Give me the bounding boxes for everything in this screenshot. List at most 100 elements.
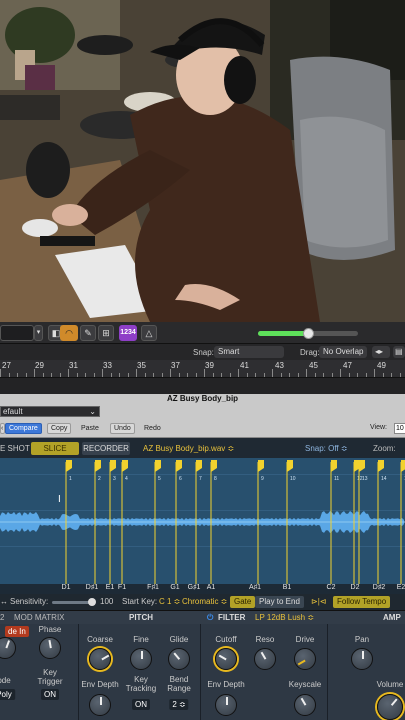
waveform-centerline	[0, 521, 405, 523]
power-icon[interactable]: ⏻	[207, 613, 213, 623]
slice-note-label: A1	[206, 584, 216, 591]
slice-note-label: F1	[117, 584, 127, 591]
loop-icon[interactable]: ⊳|⊲	[311, 597, 326, 606]
keyscale-label: Keyscale	[288, 680, 322, 689]
recorder-tab[interactable]: RECORDER	[82, 442, 130, 455]
ruler-tick	[119, 373, 120, 377]
coarse-knob[interactable]	[89, 648, 111, 670]
mixer-icon[interactable]: ⊞	[98, 325, 114, 341]
ruler-tick	[213, 373, 214, 377]
zoom-arrows-icon[interactable]: ◂▸	[372, 346, 390, 358]
ruler-bar-number: 43	[275, 361, 284, 370]
volume-knob[interactable]	[377, 694, 403, 720]
ruler-bar-number: 27	[2, 361, 11, 370]
phase-knob[interactable]	[39, 637, 61, 659]
svg-text:9: 9	[261, 476, 264, 482]
bend-range-dropdown[interactable]: 2 ≎	[169, 699, 189, 710]
key-tracking-label: Key Tracking	[125, 675, 157, 693]
follow-tempo-button[interactable]: Follow Tempo	[333, 596, 391, 608]
track-field[interactable]	[0, 325, 34, 341]
drag-dropdown[interactable]: No Overlap	[319, 346, 367, 358]
redo-button[interactable]: Redo	[140, 423, 165, 434]
svg-text:7: 7	[199, 476, 202, 482]
ruler-tick	[247, 373, 248, 377]
slice-note-label: D1	[61, 584, 71, 591]
volume-label: Volume	[376, 680, 404, 689]
chromatic-dropdown[interactable]: Chromatic ≎	[182, 597, 227, 606]
pencil-icon[interactable]: ✎	[80, 325, 96, 341]
play-to-end-button[interactable]: Play to End	[255, 596, 304, 608]
ruler-tick	[68, 369, 69, 377]
bar-ruler[interactable]: 27 29 31 33 35 37 39 41 43 45 47 49	[0, 360, 405, 378]
ruler-tick	[128, 373, 129, 377]
drive-label: Drive	[295, 635, 315, 644]
slice-note-label: D♯2	[372, 584, 386, 591]
zoom-in-icon[interactable]: ▤	[393, 346, 405, 358]
keyscale-knob[interactable]	[294, 694, 316, 716]
view-size-field[interactable]: 10	[394, 423, 405, 434]
fine-knob[interactable]	[130, 648, 152, 670]
master-volume-slider[interactable]	[258, 328, 358, 339]
filter-type-dropdown[interactable]: LP 12dB Lush ≎	[255, 613, 314, 622]
cutoff-knob[interactable]	[215, 648, 237, 670]
sensitivity-slider[interactable]	[52, 598, 96, 606]
one-shot-tab[interactable]: E SHOT	[0, 442, 30, 455]
undo-button[interactable]: Undo	[110, 423, 135, 434]
metronome-icon[interactable]: △	[141, 325, 157, 341]
ruler-bar-number: 29	[35, 361, 44, 370]
ruler-tick	[340, 369, 341, 377]
pitch-section-title: PITCH	[129, 613, 153, 622]
svg-text:5: 5	[158, 476, 161, 482]
ruler-tick	[374, 369, 375, 377]
pan-knob[interactable]	[351, 648, 373, 670]
key-trigger-label: Key Trigger	[37, 668, 63, 686]
ruler-tick	[187, 373, 188, 377]
compare-button[interactable]: Compare	[5, 423, 42, 434]
svg-text:10: 10	[290, 476, 296, 482]
ruler-tick	[230, 373, 231, 377]
volume-knob[interactable]	[303, 328, 314, 339]
gate-button[interactable]: Gate	[230, 596, 256, 608]
sensitivity-label: Sensitivity:	[10, 597, 49, 606]
ruler-tick	[289, 373, 290, 377]
lfo-tab[interactable]: 2	[0, 613, 4, 622]
ruler-tick	[153, 373, 154, 377]
paste-button[interactable]: Paste	[77, 423, 103, 434]
ruler-bar-number: 33	[103, 361, 112, 370]
webcam-video	[0, 0, 405, 322]
waveform-gridline	[0, 510, 405, 511]
mode-value[interactable]: de In	[5, 626, 29, 637]
mod-matrix-tab[interactable]: MOD MATRIX	[14, 613, 65, 622]
chevron-down-icon[interactable]: ▾	[34, 325, 43, 341]
sensitivity-knob[interactable]	[88, 598, 96, 606]
slice-note-label: E1	[105, 584, 115, 591]
section-divider	[200, 624, 201, 720]
waveform-display[interactable]: 123456789101112131415I	[0, 458, 405, 584]
snap-dropdown[interactable]: Snap: Off ≎	[305, 442, 348, 455]
snap-dropdown[interactable]: Smart	[214, 346, 284, 358]
start-key-dropdown[interactable]: C 1 ≎	[159, 597, 180, 606]
smart-controls-icon[interactable]: ◠	[60, 325, 78, 341]
filter-env-depth-knob[interactable]	[215, 694, 237, 716]
drive-knob[interactable]	[294, 648, 316, 670]
ruler-tick	[298, 373, 299, 377]
ruler-tick	[255, 373, 256, 377]
text-cursor-icon: I	[58, 494, 61, 505]
preset-dropdown[interactable]: efault ⌄	[0, 406, 100, 417]
poly-value[interactable]: Poly	[0, 689, 15, 700]
track-area[interactable]	[0, 378, 405, 394]
sample-file-dropdown[interactable]: AZ Busy Body_bip.wav ≎	[143, 442, 234, 455]
glide-knob[interactable]	[168, 648, 190, 670]
drag-label: Drag:	[300, 348, 320, 357]
key-trigger-toggle[interactable]: ON	[41, 689, 59, 700]
slice-tab[interactable]: SLICE	[31, 442, 79, 455]
track-number-badge[interactable]: 1234	[119, 325, 137, 341]
waveform-gridline	[0, 546, 405, 547]
ruler-tick	[221, 373, 222, 377]
reso-knob[interactable]	[254, 648, 276, 670]
copy-button[interactable]: Copy	[47, 423, 72, 434]
key-tracking-toggle[interactable]: ON	[132, 699, 150, 710]
rate-knob[interactable]	[0, 637, 16, 659]
plugin-window-title: AZ Busy Body_bip	[166, 394, 239, 403]
pitch-env-depth-knob[interactable]	[89, 694, 111, 716]
